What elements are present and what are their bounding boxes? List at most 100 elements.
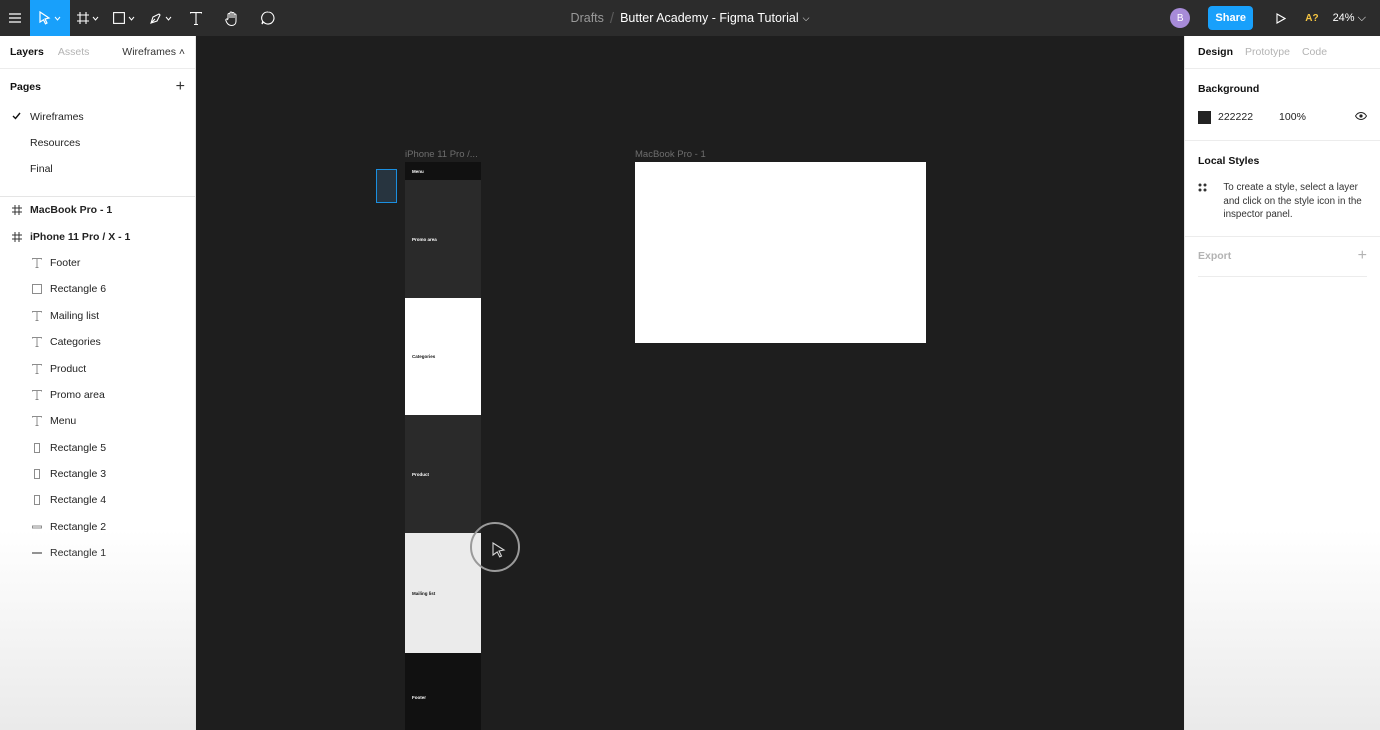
pen-icon xyxy=(149,12,161,24)
present-play-icon[interactable] xyxy=(1267,12,1295,24)
layer-label: MacBook Pro - 1 xyxy=(30,204,113,217)
layer-label: Promo area xyxy=(50,388,105,401)
comment-icon xyxy=(261,11,275,25)
main-menu-icon[interactable] xyxy=(0,0,30,36)
product-section[interactable]: Product xyxy=(405,415,481,533)
text-icon xyxy=(32,257,42,268)
add-page-icon[interactable]: + xyxy=(176,78,185,96)
share-button[interactable]: Share xyxy=(1208,6,1254,30)
tab-code[interactable]: Code xyxy=(1302,46,1327,58)
comment-tool-button[interactable] xyxy=(250,0,286,36)
chevron-down-icon xyxy=(92,16,99,21)
tab-layers[interactable]: Layers xyxy=(10,46,44,58)
background-color-swatch[interactable] xyxy=(1198,110,1211,124)
breadcrumb-separator: / xyxy=(609,9,615,27)
selection-box[interactable] xyxy=(376,169,397,203)
macbook-frame[interactable] xyxy=(635,162,926,343)
tall-rectangle-icon xyxy=(32,495,42,506)
page-item-final[interactable]: Final xyxy=(0,156,195,182)
text-icon xyxy=(32,416,42,427)
iphone-frame-label[interactable]: iPhone 11 Pro /... xyxy=(405,149,478,160)
promo-area-section[interactable]: Promo area xyxy=(405,180,481,298)
page-label: Wireframes xyxy=(30,111,84,123)
footer-section[interactable]: Footer xyxy=(405,653,481,730)
chevron-down-icon xyxy=(128,16,135,21)
layer-item[interactable]: Categories xyxy=(0,329,195,355)
background-hex[interactable]: 222222 xyxy=(1218,111,1253,123)
right-panel-tabs: Design Prototype Code xyxy=(1185,36,1380,68)
layer-label: Rectangle 5 xyxy=(50,441,107,454)
tab-assets[interactable]: Assets xyxy=(58,46,90,58)
layer-item[interactable]: Rectangle 3 xyxy=(0,461,195,487)
zoom-level[interactable]: 24% ⌵ xyxy=(1333,12,1366,25)
line-rectangle-icon xyxy=(32,522,42,532)
layer-item[interactable]: Menu xyxy=(0,408,195,434)
toolbar-right: B Share A? 24% ⌵ xyxy=(1170,0,1380,36)
page-selector[interactable]: Wireframes ˄ xyxy=(122,46,185,58)
page-label: Final xyxy=(30,163,53,175)
export-section: Export + xyxy=(1185,235,1380,277)
chevron-down-icon xyxy=(54,16,61,21)
layer-item[interactable]: Product xyxy=(0,355,195,381)
layer-label: Rectangle 2 xyxy=(50,520,107,533)
layer-item[interactable]: Rectangle 6 xyxy=(0,276,195,302)
layer-label: Product xyxy=(50,362,87,375)
pen-tool-button[interactable] xyxy=(142,0,178,36)
hand-tool-button[interactable] xyxy=(214,0,250,36)
page-item-resources[interactable]: Resources xyxy=(0,130,195,156)
menu-section[interactable]: Menu xyxy=(405,162,481,180)
canvas[interactable]: iPhone 11 Pro /... MacBook Pro - 1 Menu … xyxy=(197,36,1184,730)
page-label: Resources xyxy=(30,137,81,149)
macbook-frame-label[interactable]: MacBook Pro - 1 xyxy=(635,149,706,160)
layers-list: MacBook Pro - 1 iPhone 11 Pro / X - 1 Fo… xyxy=(0,197,195,566)
layer-macbook-pro-1[interactable]: MacBook Pro - 1 xyxy=(0,197,195,223)
local-styles-hint-text: To create a style, select a layer and cl… xyxy=(1223,182,1362,220)
layers-panel: Layers Assets Wireframes ˄ Pages + Wiref… xyxy=(0,36,196,730)
background-section: Background 222222 100% xyxy=(1185,68,1380,125)
layer-item[interactable]: Rectangle 1 xyxy=(0,540,195,566)
breadcrumb-drafts-link[interactable]: Drafts xyxy=(571,11,604,25)
eye-icon[interactable] xyxy=(1354,111,1368,123)
layer-item[interactable]: Rectangle 2 xyxy=(0,514,195,540)
layer-item[interactable]: Rectangle 5 xyxy=(0,435,195,461)
chevron-down-icon xyxy=(165,16,171,21)
layer-item[interactable]: Rectangle 4 xyxy=(0,487,195,513)
accessibility-badge[interactable]: A? xyxy=(1305,13,1318,24)
frame-icon xyxy=(77,12,89,24)
add-export-icon[interactable]: + xyxy=(1358,247,1367,265)
tab-design[interactable]: Design xyxy=(1198,46,1233,58)
file-name[interactable]: Butter Academy - Figma Tutorial xyxy=(620,11,799,25)
tab-prototype[interactable]: Prototype xyxy=(1245,46,1290,58)
move-tool-button[interactable] xyxy=(30,0,70,36)
text-icon xyxy=(190,11,202,25)
local-styles-hint: To create a style, select a layer and cl… xyxy=(1198,181,1367,236)
chevron-down-icon[interactable]: ⌵ xyxy=(803,13,810,24)
layer-item[interactable]: Promo area xyxy=(0,382,195,408)
iphone-frame[interactable]: Menu Promo area Categories Product Maili… xyxy=(405,162,481,730)
text-icon xyxy=(32,337,42,348)
layer-label: Rectangle 4 xyxy=(50,494,107,507)
style-grid-icon xyxy=(1198,181,1211,222)
local-styles-section: Local Styles To create a style, select a… xyxy=(1185,140,1380,236)
design-panel: Design Prototype Code Background 222222 … xyxy=(1184,36,1380,730)
rectangle-icon xyxy=(113,12,125,24)
layer-item[interactable]: Mailing list xyxy=(0,303,195,329)
tall-rectangle-icon xyxy=(32,442,42,453)
categories-section[interactable]: Categories xyxy=(405,298,481,415)
toolbar: Drafts / Butter Academy - Figma Tutorial… xyxy=(0,0,1380,36)
tall-rectangle-icon xyxy=(32,469,42,480)
avatar[interactable]: B xyxy=(1170,8,1191,28)
shape-tool-button[interactable] xyxy=(106,0,142,36)
layer-item[interactable]: Footer xyxy=(0,250,195,276)
cursor-highlight xyxy=(470,522,520,572)
pages-title: Pages xyxy=(10,80,41,93)
cursor-arrow-icon xyxy=(492,542,506,558)
page-item-wireframes[interactable]: Wireframes xyxy=(0,104,195,130)
text-tool-button[interactable] xyxy=(178,0,214,36)
text-icon xyxy=(32,363,42,374)
frame-tool-button[interactable] xyxy=(70,0,106,36)
left-panel-tabs: Layers Assets Wireframes ˄ xyxy=(0,36,195,68)
layer-label: Footer xyxy=(50,256,81,269)
layer-iphone-11-pro[interactable]: iPhone 11 Pro / X - 1 xyxy=(0,223,195,249)
background-opacity[interactable]: 100% xyxy=(1279,111,1306,123)
